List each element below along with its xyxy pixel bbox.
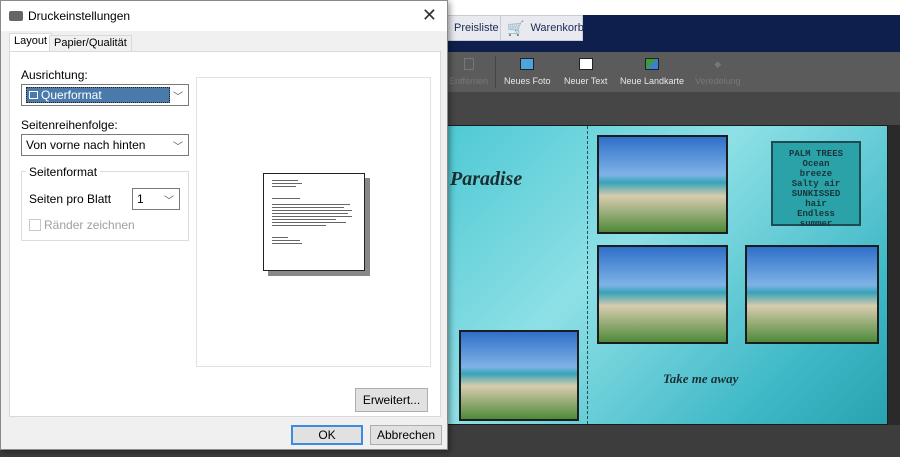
cart-icon: 🛒 [507, 19, 525, 36]
quote-line: hair [805, 199, 827, 209]
scrollbar[interactable] [888, 125, 900, 425]
button-label: Neuer Text [564, 76, 608, 86]
title-bar: Druckeinstellungen [1, 1, 447, 31]
orientation-select[interactable]: Querformat ﹀ [21, 84, 189, 106]
pages-per-sheet-label: Seiten pro Blatt [29, 192, 112, 206]
group-title: Seitenformat [26, 165, 101, 179]
order-value: Von vorne nach hinten [26, 138, 146, 152]
photo[interactable] [597, 135, 728, 234]
toolbar-strip [447, 92, 900, 125]
tab-label: Preisliste [454, 22, 499, 34]
borders-label: Ränder zeichnen [44, 218, 135, 232]
divider [495, 56, 496, 88]
quote-line: breeze [799, 169, 833, 179]
toolbar: Entfernen Neues Foto Neuer Text Neue Lan… [447, 52, 900, 92]
chevron-down-icon: ﹀ [173, 92, 183, 103]
button-label: Erweitert... [362, 393, 421, 407]
close-icon[interactable]: ✕ [422, 5, 437, 26]
new-map-button[interactable]: Neue Landkarte [620, 58, 684, 86]
quote-line: Endless [797, 209, 835, 219]
orientation-value: Querformat [41, 88, 102, 102]
quote-line: SUNKISSED [791, 189, 841, 199]
tab-warenkorb[interactable]: 🛒 Warenkorb [500, 15, 584, 41]
add-text-icon [578, 58, 593, 70]
page-preview [196, 77, 431, 367]
photo[interactable] [597, 245, 728, 344]
preview-page [263, 173, 365, 271]
tab-label: Layout [14, 35, 48, 47]
new-photo-button[interactable]: Neues Foto [504, 58, 551, 86]
chevron-down-icon: ﹀ [173, 142, 183, 153]
quote-line: Salty air [791, 179, 841, 189]
photobook-canvas[interactable]: Paradise PALM TREES Ocean breeze Salty air S… [447, 125, 888, 425]
button-label: Entfernen [449, 76, 489, 86]
landscape-icon [29, 91, 38, 99]
app-header [447, 0, 900, 15]
cancel-button[interactable]: Abbrechen [370, 425, 442, 445]
button-label: Veredelung [695, 76, 741, 86]
button-label: Abbrechen [376, 428, 436, 442]
trash-icon [463, 58, 474, 70]
chevron-down-icon: ﹀ [164, 196, 174, 207]
add-photo-icon [520, 58, 535, 70]
tab-label: Papier/Qualität [54, 37, 127, 49]
order-label: Seitenreihenfolge: [21, 118, 118, 132]
tab-preisliste[interactable]: Preisliste [447, 15, 501, 41]
borders-checkbox[interactable] [29, 219, 41, 231]
pages-per-sheet-value: 1 [137, 192, 144, 206]
quote-line: summer [799, 219, 833, 229]
photo[interactable] [459, 330, 579, 421]
photo[interactable] [745, 245, 879, 344]
ok-button[interactable]: OK [291, 425, 363, 445]
page-order-select[interactable]: Von vorne nach hinten ﹀ [21, 134, 189, 156]
orientation-label: Ausrichtung: [21, 68, 88, 82]
app-navbar: Preisliste 🛒 Warenkorb [447, 15, 900, 52]
tab-label: Warenkorb [530, 22, 584, 34]
advanced-button[interactable]: Erweitert... [355, 388, 428, 412]
tab-layout[interactable]: Layout [9, 33, 53, 52]
page-fold [587, 126, 588, 424]
button-label: Neues Foto [504, 76, 551, 86]
dialog-title: Druckeinstellungen [28, 9, 131, 23]
paradise-art: Paradise [450, 168, 523, 190]
finishing-dropdown[interactable]: ◆ Veredelung [695, 58, 741, 86]
button-label: Neue Landkarte [620, 76, 685, 86]
quote-text-box[interactable]: PALM TREES Ocean breeze Salty air SUNKISSED h… [771, 141, 861, 229]
quote-line: Ocean [802, 159, 830, 169]
diamond-icon: ◆ [714, 59, 722, 69]
quote-line: PALM TREES [788, 149, 843, 159]
tagline-art: Take me away [663, 371, 739, 386]
pages-per-sheet-select[interactable]: 1 ﹀ [132, 188, 180, 210]
remove-button[interactable]: Entfernen [449, 58, 488, 86]
add-map-icon [645, 58, 660, 70]
tab-papier-qualitaet[interactable]: Papier/Qualität [49, 35, 132, 52]
printer-icon [9, 11, 23, 21]
button-label: OK [318, 428, 336, 442]
print-settings-dialog: Druckeinstellungen ✕ Layout Papier/Quali… [0, 0, 448, 450]
new-text-button[interactable]: Neuer Text [564, 58, 607, 86]
